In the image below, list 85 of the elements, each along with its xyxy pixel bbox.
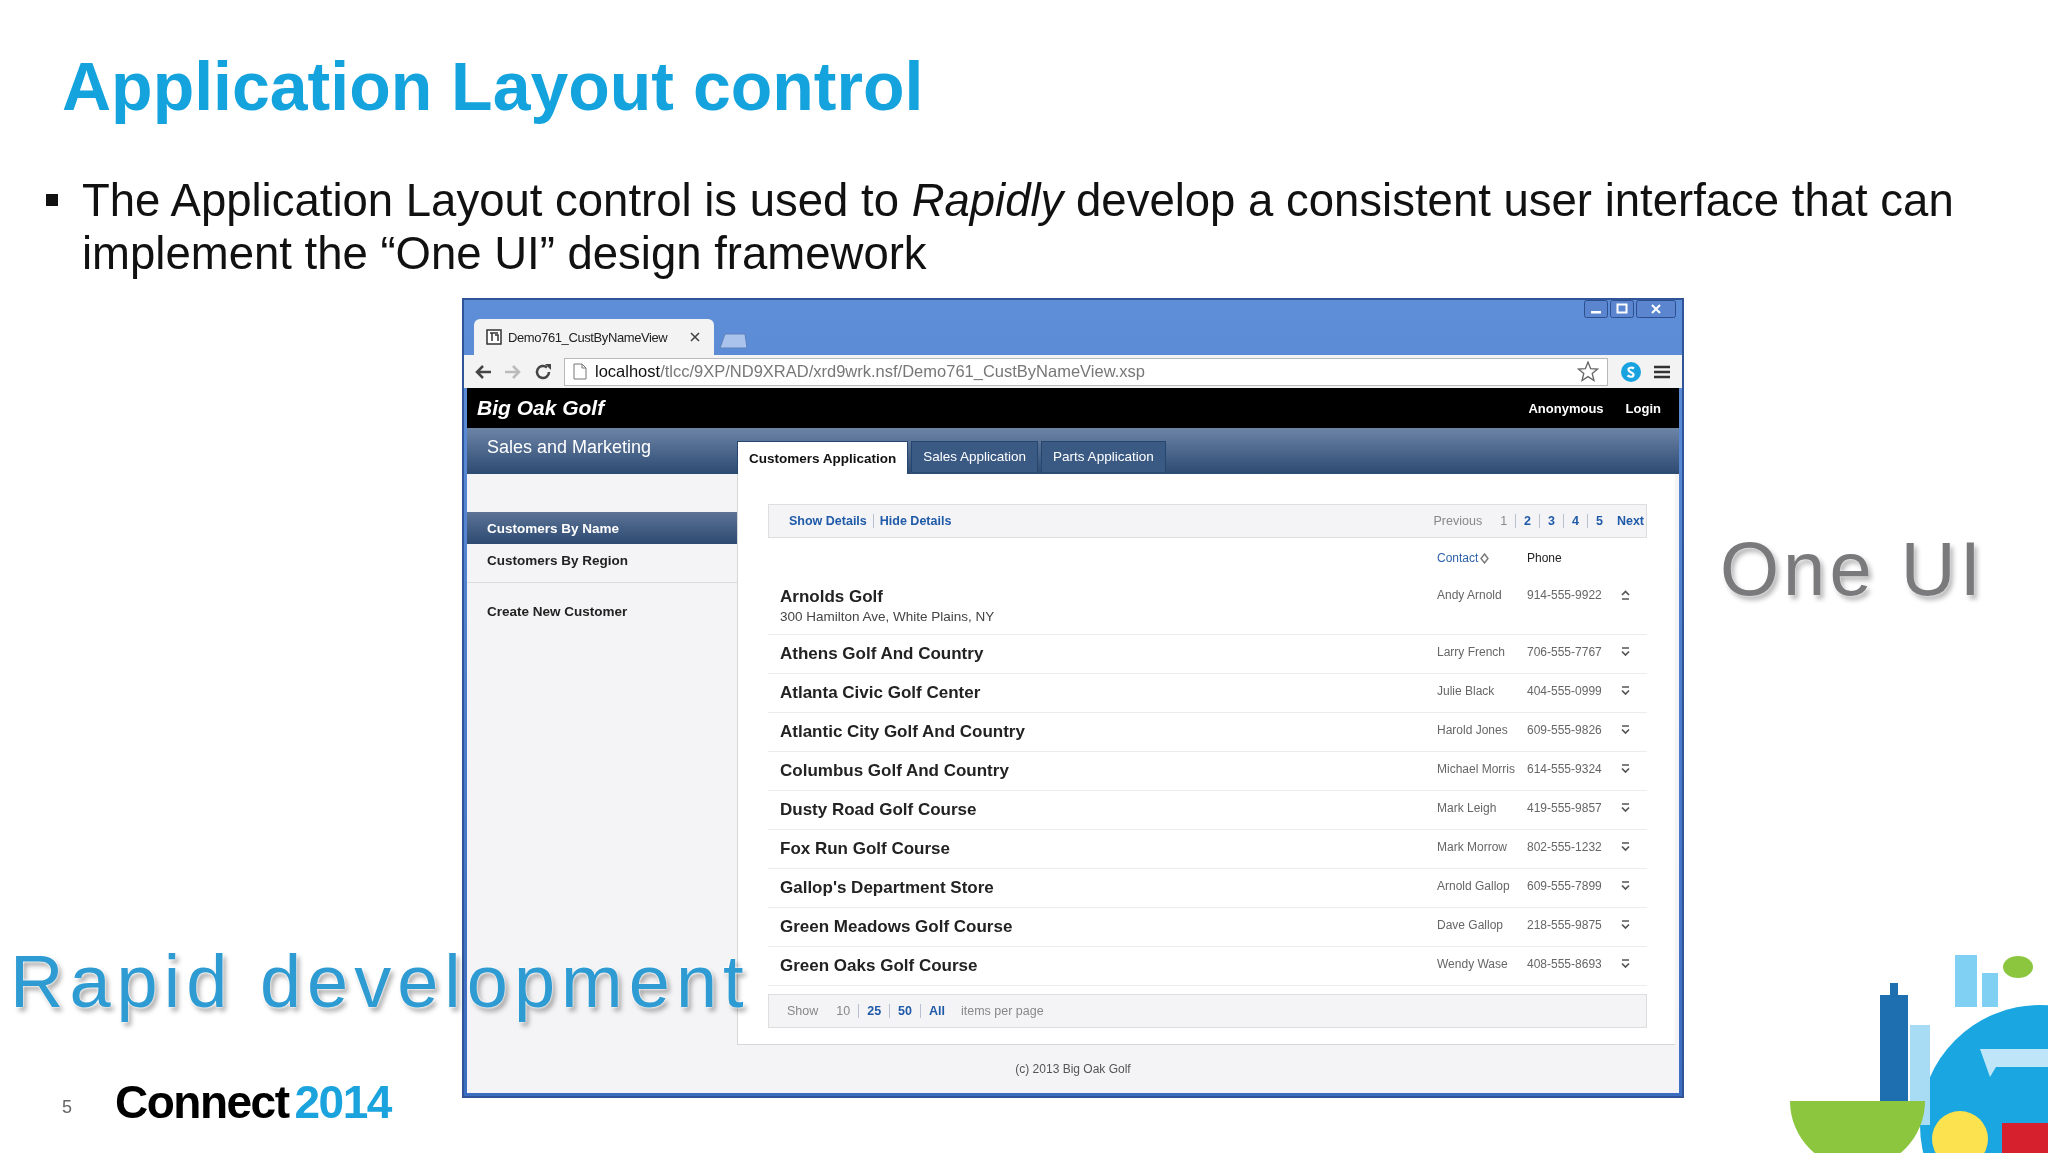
browser-tab[interactable]: Demo761_CustByNameView (474, 319, 714, 355)
copyright-text: (c) 2013 Big Oak Golf (1015, 1062, 1131, 1076)
expand-icon[interactable] (1621, 686, 1630, 696)
expand-icon[interactable] (1621, 725, 1630, 735)
page-icon (573, 363, 587, 380)
brand-title: Big Oak Golf (477, 396, 607, 420)
phone-cell-text: 914-555-9922 (1527, 587, 1603, 604)
phone-cell-text: 609-555-7899 (1527, 878, 1603, 895)
back-icon[interactable] (474, 363, 492, 380)
address-field[interactable]: localhost/tlcc/9XP/ND9XRAD/xrd9wrk.nsf/Demo761_CustByNameView.xsp (564, 357, 1608, 386)
phone-cell-text: 614-555-9324 (1527, 761, 1603, 778)
app-tab[interactable]: Customers Application (737, 441, 909, 474)
contact-cell-text: Larry French (1437, 644, 1507, 661)
expand-icon[interactable] (1621, 647, 1630, 657)
expand-icon[interactable] (1621, 920, 1630, 930)
sortable-column-header[interactable]: Contact (1437, 551, 1527, 565)
page-size-link[interactable]: 50 (890, 1004, 920, 1018)
customer-name[interactable]: Gallop's Department Store (780, 877, 1437, 899)
view-action-link[interactable]: Hide Details (873, 514, 958, 528)
sidebar-action[interactable]: Create New Customer (467, 595, 737, 627)
expand-icon[interactable] (1621, 842, 1630, 852)
expand-icon[interactable] (1621, 803, 1630, 813)
sidebar-item[interactable]: Customers By Region (467, 544, 737, 576)
close-icon[interactable] (1636, 300, 1676, 318)
contact-cell-text: Harold Jones (1437, 722, 1509, 739)
callout-text: One UI (1720, 531, 1985, 607)
phone-cell-text: 802-555-1232 (1527, 839, 1603, 856)
sort-icon (1480, 552, 1490, 564)
expand-icon[interactable] (1621, 764, 1630, 774)
customer-name[interactable]: Green Oaks Golf Course (780, 955, 1437, 977)
star-icon[interactable] (1577, 361, 1599, 382)
contact-cell-text: Julie Black (1437, 683, 1496, 700)
page-size-suffix: items per page (960, 1004, 1045, 1018)
expand-icon[interactable] (1621, 959, 1630, 969)
contact-cell-text: Wendy Wase (1437, 956, 1509, 973)
contact-cell-text: Mark Leigh (1437, 800, 1498, 817)
customer-name[interactable]: Columbus Golf And Country (780, 760, 1437, 782)
customer-name[interactable]: Fox Run Golf Course (780, 838, 1437, 860)
page-link[interactable]: 4 (1564, 514, 1587, 528)
contact-cell-text: Michael Morris (1437, 761, 1516, 778)
page-number: 5 (62, 1097, 72, 1118)
collapse-icon[interactable] (1621, 590, 1630, 600)
customer-name[interactable]: Atlantic City Golf And Country (780, 721, 1437, 743)
customer-name[interactable]: Green Meadows Golf Course (780, 916, 1437, 938)
bullet-text: The Application Layout control is used to Rapidly develop a consistent user interface that can implement the “One UI” design framework (82, 174, 1955, 280)
contact-cell-text: Arnold Gallop (1437, 878, 1511, 895)
contact-cell-text: Mark Morrow (1437, 839, 1508, 856)
page-size-link[interactable]: 25 (859, 1004, 890, 1018)
view-action-link[interactable]: Show Details (783, 514, 873, 528)
bullet-icon (46, 194, 58, 206)
event-logo: Connect2014 (115, 1075, 391, 1129)
phone-cell-text: 706-555-7767 (1527, 644, 1603, 661)
customer-name[interactable]: Athens Golf And Country (780, 643, 1437, 665)
next-link[interactable]: Next (1610, 514, 1646, 528)
customer-name[interactable]: Dusty Road Golf Course (780, 799, 1437, 821)
page-size-link[interactable]: All (921, 1004, 953, 1018)
phone-cell-text: 408-555-8693 (1527, 956, 1603, 973)
customer-name[interactable]: Arnolds Golf (780, 586, 1437, 608)
app-tab[interactable]: Parts Application (1041, 441, 1166, 472)
page-link[interactable]: 2 (1516, 514, 1540, 528)
app-subtitle: Sales and Marketing (486, 436, 653, 458)
reload-icon[interactable] (534, 362, 552, 381)
phone-cell-text: 404-555-0999 (1527, 683, 1603, 700)
page-link[interactable]: 5 (1587, 514, 1611, 528)
page-size-label: Show (787, 1004, 820, 1018)
sidebar-item[interactable]: Customers By Name (467, 512, 737, 544)
menu-icon[interactable] (1654, 364, 1670, 379)
login-link[interactable]: Login (1625, 400, 1661, 416)
minimize-icon[interactable] (1584, 300, 1608, 318)
phone-cell-text: 419-555-9857 (1527, 800, 1603, 817)
user-name: Anonymous (1528, 400, 1604, 416)
page-favicon-icon (486, 329, 502, 345)
page-link[interactable]: 3 (1540, 514, 1563, 528)
app-tab[interactable]: Sales Application (911, 441, 1039, 472)
maximize-icon[interactable] (1610, 300, 1634, 318)
customer-address: 300 Hamilton Ave, White Plains, NY (780, 608, 996, 626)
expand-icon[interactable] (1621, 881, 1630, 891)
column-header: Phone (1527, 551, 1563, 565)
phone-cell-text: 218-555-9875 (1527, 917, 1603, 934)
contact-cell-text: Andy Arnold (1437, 587, 1503, 604)
close-tab-icon[interactable] (690, 332, 700, 342)
contact-cell-text: Dave Gallop (1437, 917, 1505, 934)
customer-name[interactable]: Atlanta Civic Golf Center (780, 682, 1437, 704)
chat-app-icon[interactable] (1620, 360, 1642, 383)
phone-cell-text: 609-555-9826 (1527, 722, 1603, 739)
